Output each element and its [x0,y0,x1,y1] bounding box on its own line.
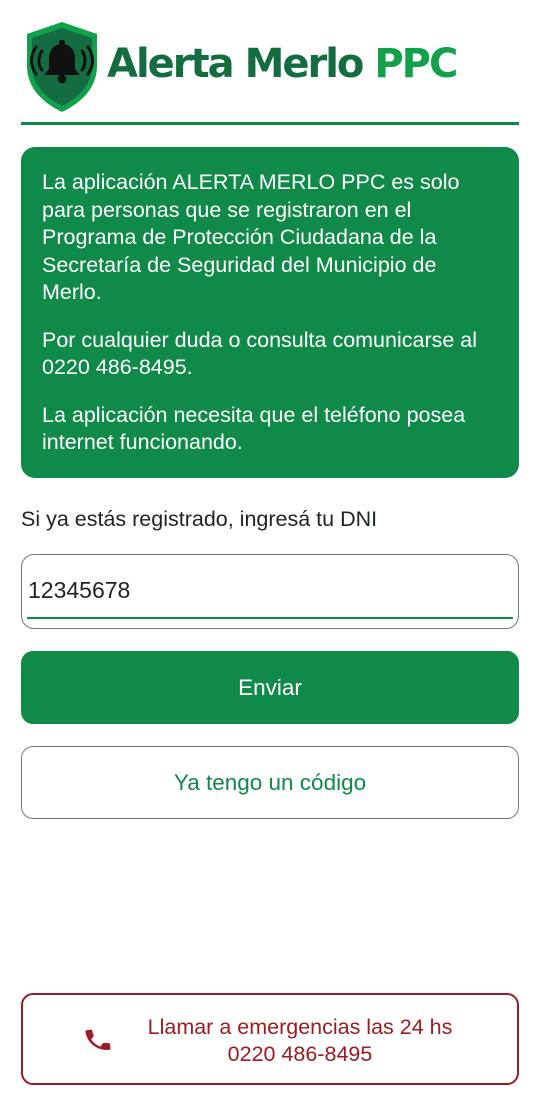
dni-input-underline [27,617,513,619]
info-paragraph: La aplicación necesita que el teléfono p… [42,402,466,455]
header-divider [21,122,519,125]
emergency-call-line1: Llamar a emergencias las 24 hs [147,1015,453,1039]
emergency-call-number: 0220 486-8495 [227,1042,373,1066]
info-paragraph: Por cualquier duda o consulta comunicars… [42,327,478,380]
app-title-accent: PPC [374,41,458,87]
phone-icon [85,1029,111,1050]
emergency-call-button[interactable]: Llamar a emergencias las 24 hs 0220 486-… [21,993,519,1085]
dni-input[interactable] [28,563,508,617]
dni-label: Si ya estás registrado, ingresá tu DNI [21,507,378,531]
have-code-button[interactable]: Ya tengo un código [21,746,519,819]
app-title-main: Alerta Merlo [107,41,364,87]
emergency-call-text: Llamar a emergencias las 24 hs 0220 486-… [120,1014,480,1068]
app-header: Alerta Merlo PPC [21,20,519,116]
info-panel: La aplicación ALERTA MERLO PPC es solo p… [21,147,519,478]
app-title: Alerta Merlo PPC [107,36,458,92]
dni-field[interactable] [21,554,519,629]
send-button[interactable]: Enviar [21,651,519,724]
info-paragraph: La aplicación ALERTA MERLO PPC es solo p… [42,170,460,304]
shield-bell-icon [27,22,97,112]
